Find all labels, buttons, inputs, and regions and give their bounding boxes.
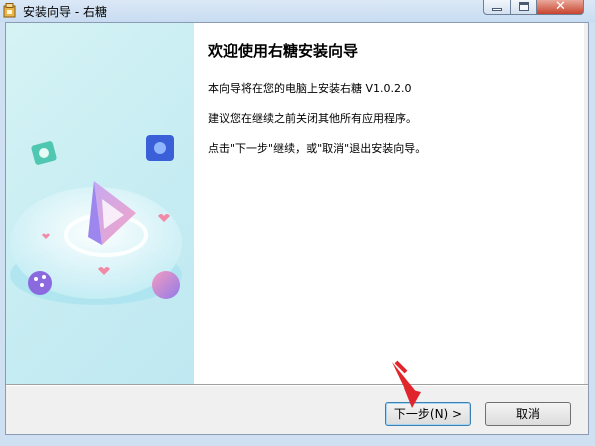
cancel-button[interactable]: 取消 <box>485 402 571 426</box>
minimize-button[interactable] <box>483 0 510 15</box>
wizard-side-banner <box>6 23 194 384</box>
wizard-window: 欢迎使用右糖安装向导 本向导将在您的电脑上安装右糖 V1.0.2.0 建议您在继… <box>5 22 589 435</box>
close-icon: ✕ <box>555 0 566 14</box>
footer-divider <box>6 384 588 386</box>
close-apps-hint: 建议您在继续之前关闭其他所有应用程序。 <box>208 112 417 125</box>
maximize-button[interactable] <box>510 0 536 15</box>
title-bar: 安装向导 - 右糖 ✕ <box>0 0 595 22</box>
maximize-icon <box>519 2 529 11</box>
install-description: 本向导将在您的电脑上安装右糖 V1.0.2.0 <box>208 82 412 95</box>
navigation-hint: 点击"下一步"继续，或"取消"退出安装向导。 <box>208 142 427 155</box>
next-button[interactable]: 下一步(N) > <box>385 402 471 426</box>
minimize-icon <box>492 8 502 11</box>
window-title: 安装向导 - 右糖 <box>23 5 107 19</box>
welcome-content: 欢迎使用右糖安装向导 本向导将在您的电脑上安装右糖 V1.0.2.0 建议您在继… <box>194 23 584 384</box>
installer-app-icon <box>3 3 16 18</box>
welcome-heading: 欢迎使用右糖安装向导 <box>208 42 359 60</box>
close-button[interactable]: ✕ <box>536 0 584 15</box>
banner-illustration <box>10 135 182 305</box>
